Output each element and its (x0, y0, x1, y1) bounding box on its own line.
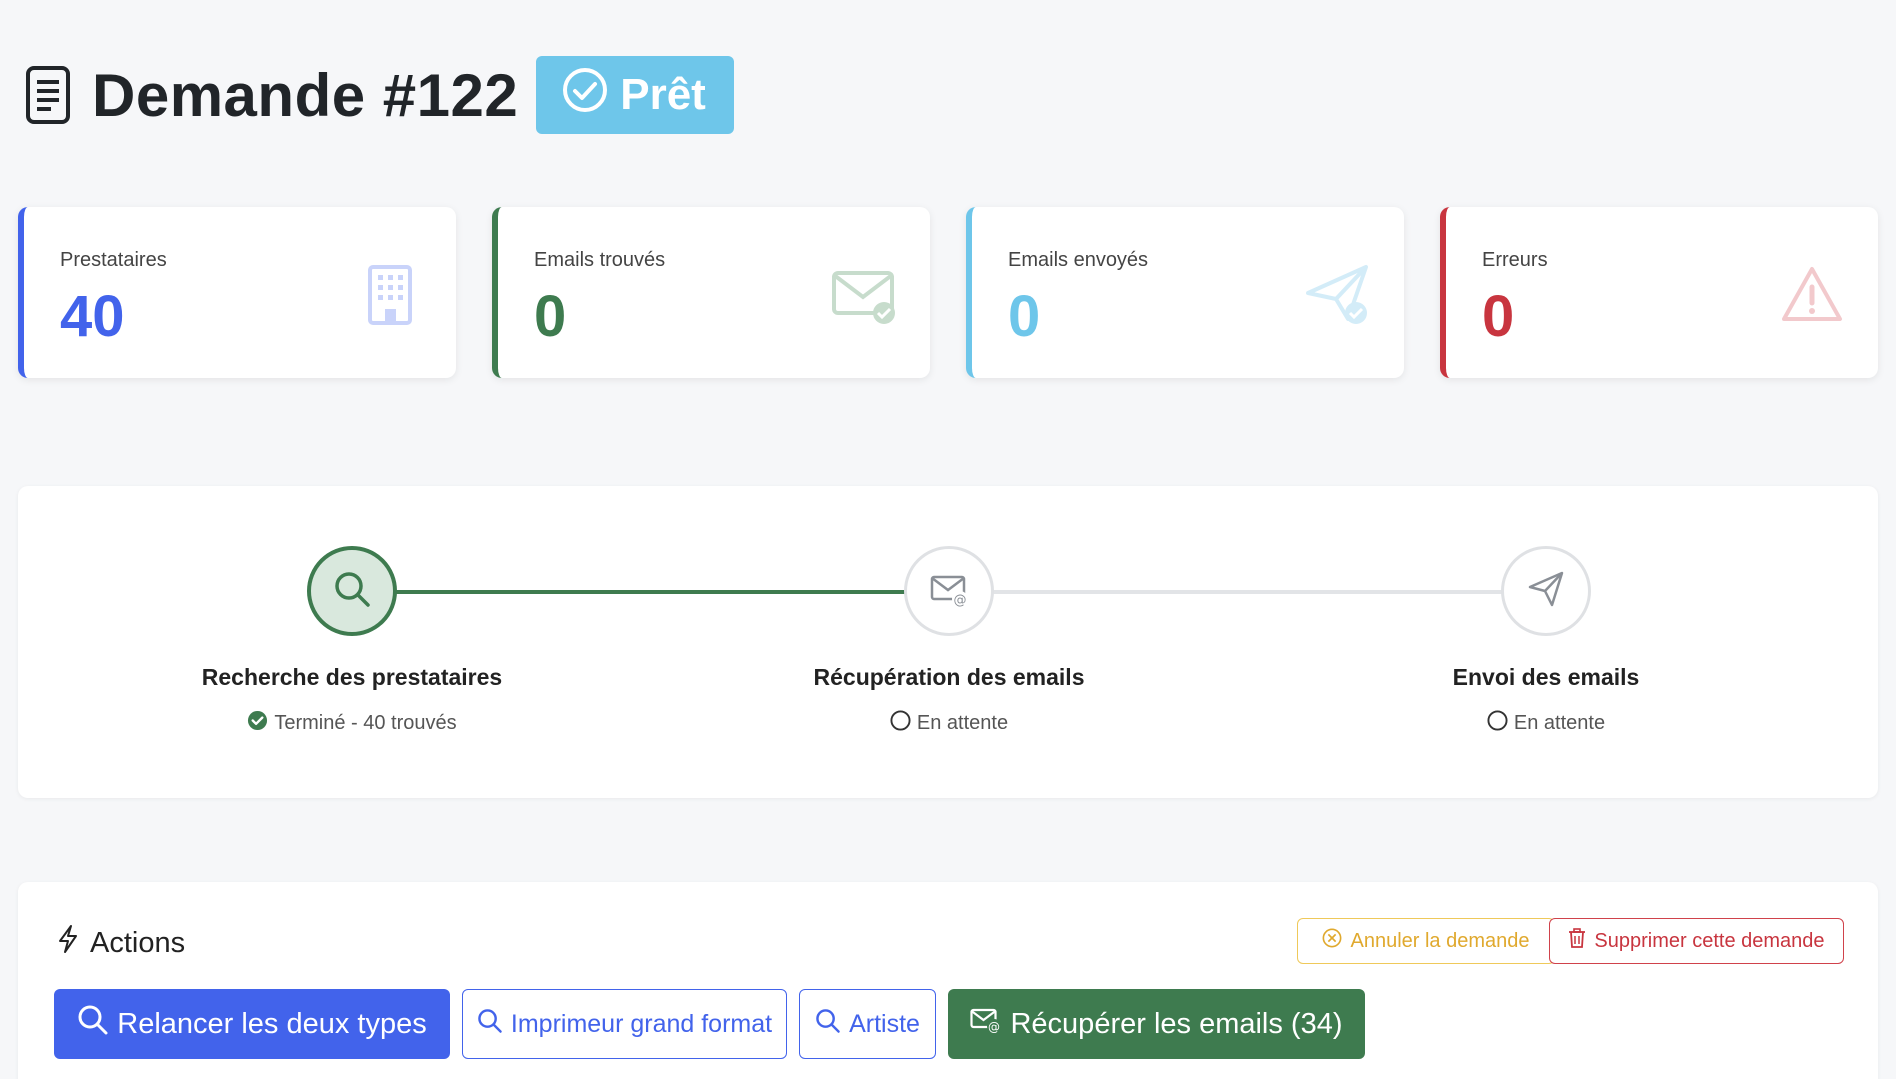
actions-panel: Actions Annuler la demande Supprimer cet… (18, 882, 1878, 1079)
step-status-text: En attente (1513, 712, 1606, 734)
cancel-request-label: Annuler la demande (1350, 929, 1530, 952)
svg-text:@: @ (954, 593, 967, 608)
stat-card-errors: Erreurs 0 (1440, 207, 1878, 378)
step-title: Récupération des emails (813, 664, 1085, 690)
search-print-label: Imprimeur grand format (510, 1009, 773, 1038)
warning-icon (1780, 263, 1844, 327)
delete-request-button[interactable]: Supprimer cette demande (1549, 918, 1844, 964)
stat-label: Emails trouvés (534, 249, 666, 271)
stat-label: Prestataires (60, 249, 167, 271)
cancel-request-button[interactable]: Annuler la demande (1297, 918, 1555, 964)
step-title: Recherche des prestataires (201, 664, 503, 690)
trash-icon (1568, 928, 1586, 954)
send-check-icon (1306, 263, 1370, 327)
search-artist-label: Artiste (849, 1009, 920, 1038)
stat-label: Emails envoyés (1008, 249, 1149, 271)
status-label: Prêt (620, 70, 706, 119)
step-connector-pending (993, 590, 1521, 594)
step-status-text: Terminé - 40 trouvés (274, 712, 457, 734)
envelope-at-icon: @ (970, 1006, 1002, 1042)
relaunch-both-button[interactable]: Relancer les deux types (54, 989, 450, 1059)
stat-value: 40 (60, 284, 125, 349)
search-artist-button[interactable]: Artiste (799, 989, 936, 1059)
step-circle-emails: @ (904, 546, 994, 636)
step-status: En attente (1296, 710, 1796, 737)
stat-value: 0 (534, 284, 567, 349)
page-title: Demande #122 (92, 61, 519, 129)
send-icon (1526, 569, 1566, 614)
fetch-emails-label: Récupérer les emails (34) (1010, 1007, 1343, 1040)
lightning-icon (56, 924, 80, 962)
search-icon (77, 1004, 109, 1044)
search-icon (477, 1008, 503, 1041)
svg-text:@: @ (988, 1020, 1000, 1034)
circle-icon (1487, 710, 1508, 737)
status-badge: Prêt (536, 56, 734, 134)
search-print-button[interactable]: Imprimeur grand format (462, 989, 787, 1059)
check-circle-icon (562, 67, 608, 124)
progress-steps: Recherche des prestataires Terminé - 40 … (18, 486, 1878, 798)
search-icon (815, 1008, 841, 1041)
step-circle-search (307, 546, 397, 636)
step-circle-send (1501, 546, 1591, 636)
step-title: Envoi des emails (1452, 664, 1640, 690)
delete-request-label: Supprimer cette demande (1594, 929, 1825, 952)
stat-value: 0 (1482, 284, 1515, 349)
stat-card-emails-found: Emails trouvés 0 (492, 207, 930, 378)
relaunch-both-label: Relancer les deux types (117, 1007, 427, 1040)
envelope-check-icon (832, 263, 896, 327)
circle-icon (890, 710, 911, 737)
stat-label: Erreurs (1482, 249, 1548, 271)
stats-row: Prestataires 40 Emails trouvés 0 Emails … (18, 207, 1878, 378)
x-circle-icon (1322, 928, 1342, 954)
stat-card-emails-sent: Emails envoyés 0 (966, 207, 1404, 378)
building-icon (358, 263, 422, 327)
step-status: Terminé - 40 trouvés (102, 710, 602, 737)
step-connector-done (395, 590, 923, 594)
envelope-at-icon: @ (929, 569, 969, 614)
actions-heading: Actions (56, 924, 185, 962)
actions-title: Actions (90, 926, 186, 959)
document-icon (22, 63, 74, 127)
step-status-text: En attente (916, 712, 1009, 734)
fetch-emails-button[interactable]: @ Récupérer les emails (34) (948, 989, 1365, 1059)
page-header: Demande #122 Prêt (22, 56, 734, 134)
step-status: En attente (699, 710, 1199, 737)
check-circle-filled-icon (247, 710, 268, 737)
stat-value: 0 (1008, 284, 1041, 349)
search-icon (332, 569, 372, 614)
stat-card-prestataires: Prestataires 40 (18, 207, 456, 378)
